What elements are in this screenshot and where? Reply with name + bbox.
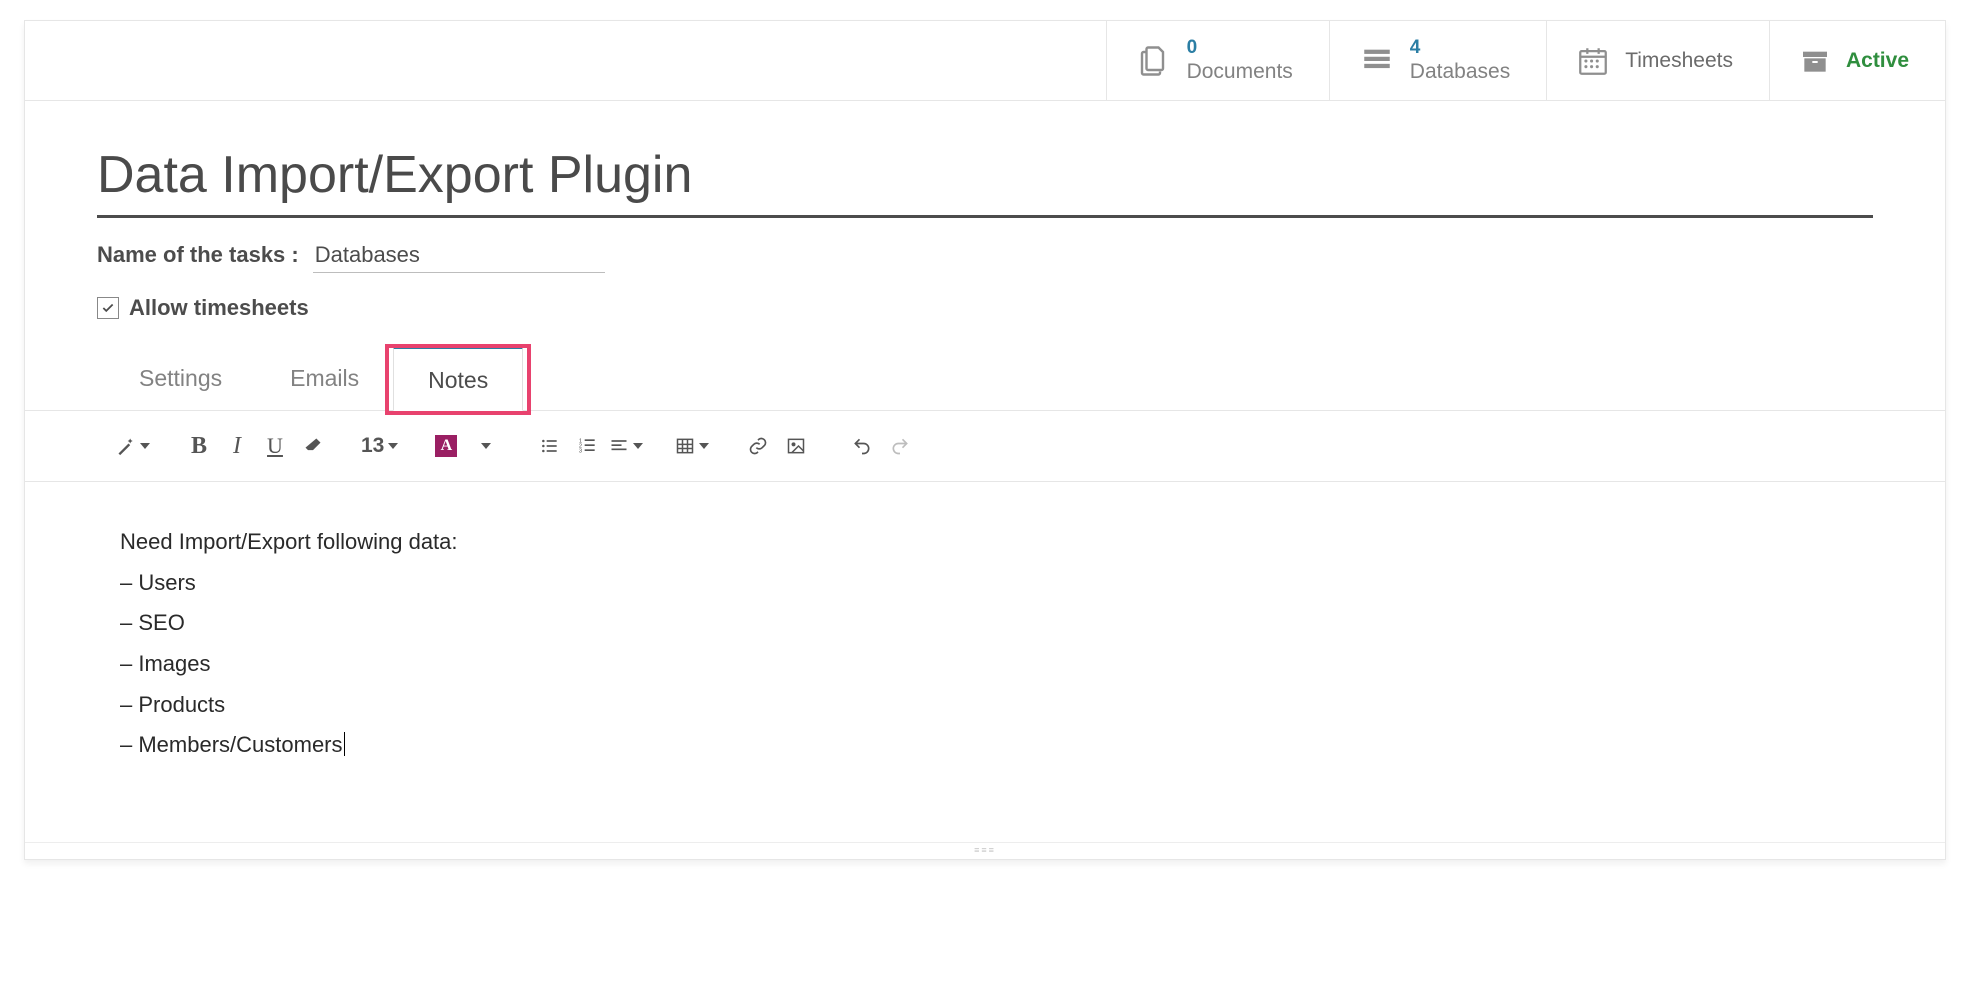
font-size-value: 13 bbox=[361, 434, 384, 458]
stat-databases-label: Databases bbox=[1410, 59, 1510, 84]
image-button[interactable] bbox=[778, 429, 814, 463]
notes-line: – Users bbox=[120, 563, 1850, 604]
notes-line: – Products bbox=[120, 685, 1850, 726]
stat-status[interactable]: Active bbox=[1769, 21, 1945, 100]
undo-button[interactable] bbox=[844, 429, 880, 463]
stat-timesheets-label: Timesheets bbox=[1625, 49, 1733, 73]
editor-content[interactable]: Need Import/Export following data: – Use… bbox=[25, 482, 1945, 842]
eraser-button[interactable] bbox=[295, 429, 331, 463]
tab-label: Emails bbox=[290, 365, 359, 391]
font-color-dropdown[interactable] bbox=[466, 429, 502, 463]
unordered-list-button[interactable] bbox=[532, 429, 568, 463]
stat-timesheets[interactable]: Timesheets bbox=[1546, 21, 1769, 100]
magic-wand-button[interactable] bbox=[115, 429, 151, 463]
stat-documents-label: Documents bbox=[1187, 59, 1293, 84]
notes-line-text: – Members/Customers bbox=[120, 732, 343, 757]
notes-line: – Images bbox=[120, 644, 1850, 685]
tab-settings[interactable]: Settings bbox=[105, 347, 256, 410]
italic-button[interactable]: I bbox=[219, 429, 255, 463]
underline-button[interactable]: U bbox=[257, 429, 293, 463]
archive-icon bbox=[1798, 45, 1832, 77]
svg-text:3: 3 bbox=[579, 449, 582, 455]
stat-status-label: Active bbox=[1846, 49, 1909, 73]
task-field-label: Name of the tasks : bbox=[97, 242, 299, 268]
editor-toolbar: B I U 13 bbox=[25, 411, 1945, 482]
stat-databases[interactable]: 4 Databases bbox=[1329, 21, 1546, 100]
notes-line: – SEO bbox=[120, 603, 1850, 644]
tab-label: Settings bbox=[139, 365, 222, 391]
stat-documents-count: 0 bbox=[1187, 37, 1293, 60]
documents-icon bbox=[1135, 43, 1173, 79]
ordered-list-button[interactable]: 123 bbox=[570, 429, 606, 463]
record-body: Name of the tasks : Allow timesheets Set… bbox=[25, 101, 1945, 859]
notes-heading: Need Import/Export following data: bbox=[120, 522, 1850, 563]
stat-databases-count: 4 bbox=[1410, 37, 1510, 60]
tab-emails[interactable]: Emails bbox=[256, 347, 393, 410]
bold-button[interactable]: B bbox=[181, 429, 217, 463]
topbar-spacer bbox=[25, 21, 1106, 100]
table-button[interactable] bbox=[674, 429, 710, 463]
allow-timesheets-label: Allow timesheets bbox=[129, 295, 309, 321]
calendar-icon bbox=[1575, 44, 1611, 78]
font-size-button[interactable]: 13 bbox=[361, 429, 398, 463]
font-color-button[interactable]: A bbox=[428, 429, 464, 463]
tab-notes[interactable]: Notes bbox=[393, 347, 523, 411]
redo-button[interactable] bbox=[882, 429, 918, 463]
text-cursor bbox=[344, 732, 345, 756]
editor: B I U 13 bbox=[25, 410, 1945, 859]
paragraph-align-button[interactable] bbox=[608, 429, 644, 463]
title-input[interactable] bbox=[97, 131, 1873, 218]
link-button[interactable] bbox=[740, 429, 776, 463]
resize-handle[interactable]: ≡≡≡ bbox=[25, 842, 1945, 859]
tabs: Settings Emails Notes bbox=[97, 347, 1873, 410]
tab-label: Notes bbox=[428, 367, 488, 393]
databases-icon bbox=[1358, 44, 1396, 78]
allow-timesheets-checkbox[interactable] bbox=[97, 297, 119, 319]
record-card: 0 Documents 4 Databases bbox=[24, 20, 1946, 860]
font-color-swatch: A bbox=[435, 435, 457, 457]
notes-line: – Members/Customers bbox=[120, 725, 1850, 766]
top-stat-bar: 0 Documents 4 Databases bbox=[25, 21, 1945, 101]
stat-documents[interactable]: 0 Documents bbox=[1106, 21, 1329, 100]
task-name-input[interactable] bbox=[313, 240, 605, 273]
